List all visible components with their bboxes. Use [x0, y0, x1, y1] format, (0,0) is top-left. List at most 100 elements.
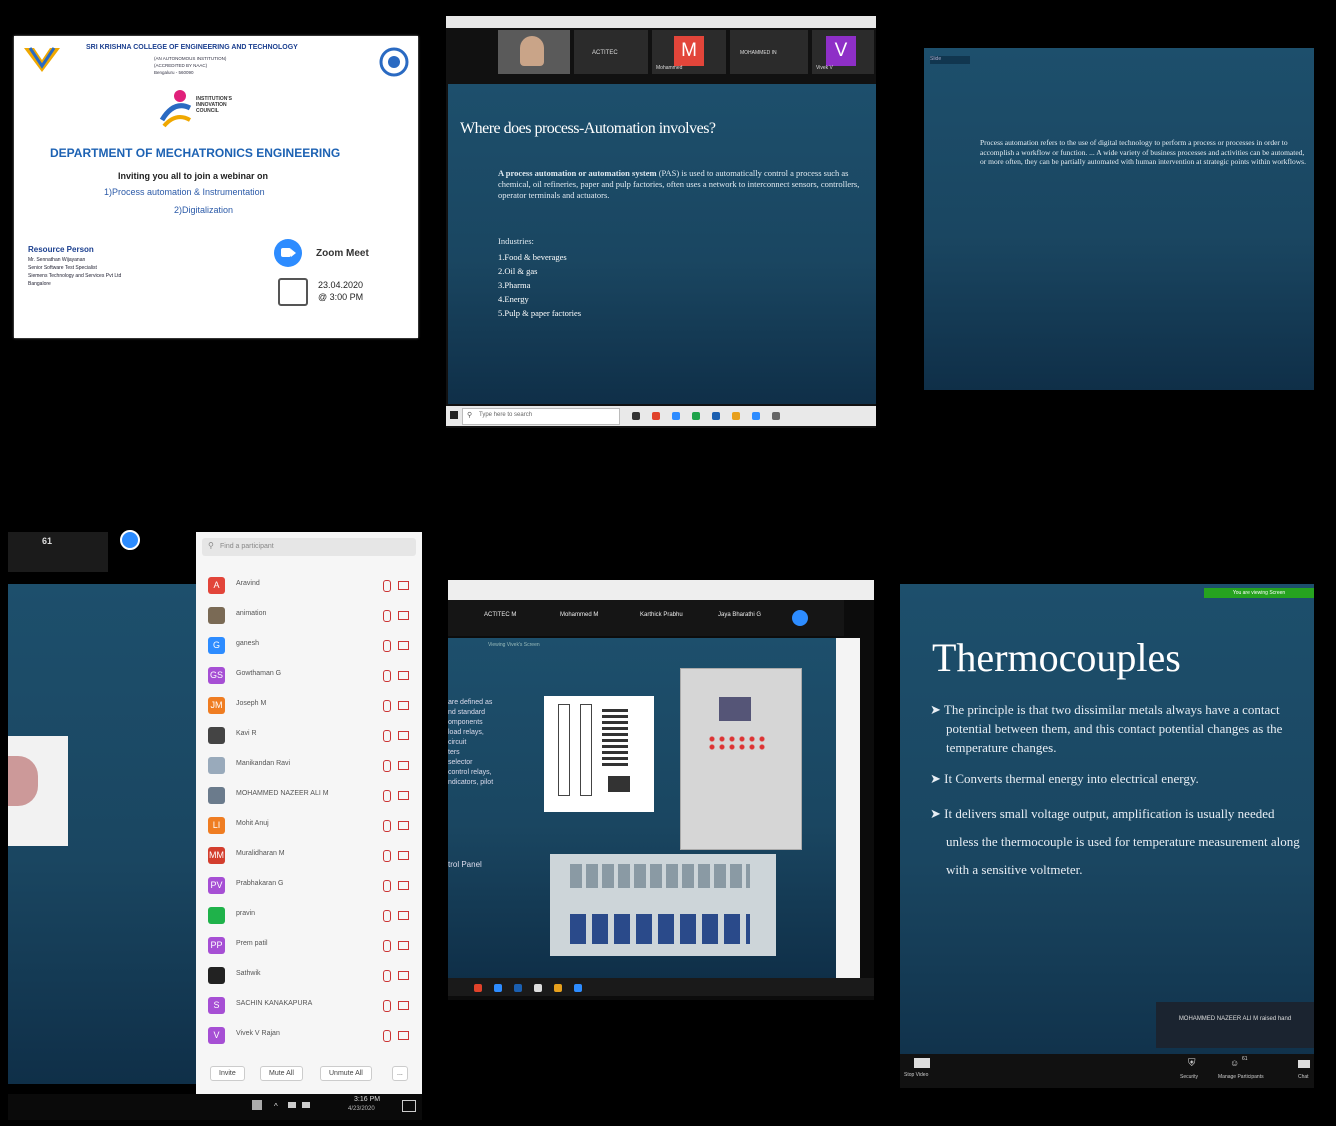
participant-row[interactable]: Manikandan Ravi [208, 754, 413, 776]
video-tab[interactable]: ACTITEC M [484, 612, 516, 618]
chat-icon[interactable] [1298, 1060, 1310, 1068]
shield-icon[interactable]: ⛨ [1188, 1058, 1196, 1069]
edge-icon[interactable] [672, 412, 680, 420]
mic-muted-icon[interactable] [383, 1030, 391, 1042]
video-tile-mohammed[interactable]: M Mohammed [652, 30, 726, 74]
video-off-icon[interactable] [398, 791, 409, 800]
files-icon[interactable] [554, 984, 562, 992]
video-off-icon[interactable] [398, 971, 409, 980]
zoom-taskbar-icon[interactable] [752, 412, 760, 420]
video-off-icon[interactable] [398, 941, 409, 950]
manage-participants-button[interactable]: Manage Participants [1218, 1074, 1264, 1080]
participant-row[interactable]: PV Prabhakaran G [208, 874, 413, 896]
participant-row[interactable]: JM Joseph M [208, 694, 413, 716]
video-tab[interactable]: Mohammed M [560, 612, 598, 618]
mic-muted-icon[interactable] [383, 700, 391, 712]
raise-hand-toast[interactable]: MOHAMMED NAZEER ALI M raised hand [1156, 1002, 1314, 1048]
battery-icon[interactable] [288, 1102, 296, 1108]
participant-row[interactable]: Gganesh [208, 634, 413, 656]
video-off-icon[interactable] [398, 611, 409, 620]
participant-search[interactable]: ⚲ Find a participant [202, 538, 416, 556]
mute-all-button[interactable]: Mute All [260, 1066, 303, 1081]
volume-icon[interactable] [302, 1102, 310, 1108]
slide-tab[interactable]: Slide [930, 56, 970, 64]
chrome-icon[interactable] [652, 412, 660, 420]
video-off-icon[interactable] [398, 851, 409, 860]
mic-muted-icon[interactable] [383, 910, 391, 922]
mic-muted-icon[interactable] [383, 850, 391, 862]
mic-muted-icon[interactable] [383, 580, 391, 592]
video-off-icon[interactable] [398, 1001, 409, 1010]
files-icon[interactable] [732, 412, 740, 420]
invite-button[interactable]: Invite [210, 1066, 245, 1081]
video-off-icon[interactable] [398, 1031, 409, 1040]
video-off-icon[interactable] [398, 731, 409, 740]
video-camera-icon[interactable] [914, 1058, 930, 1068]
video-tile-vivek[interactable]: V Vivek V [812, 30, 874, 74]
participant-row[interactable]: MOHAMMED NAZEER ALI M [208, 784, 413, 806]
video-tile-mohammed-in[interactable]: MOHAMMED IN [730, 30, 808, 74]
mic-muted-icon[interactable] [383, 940, 391, 952]
video-tab[interactable]: Jaya Bharathi G [718, 612, 761, 618]
video-tile-speaker[interactable] [498, 30, 570, 74]
video-off-icon[interactable] [398, 761, 409, 770]
video-off-icon[interactable] [398, 641, 409, 650]
participant-row[interactable]: A Aravind [208, 574, 413, 596]
store-icon[interactable] [712, 412, 720, 420]
video-tab[interactable]: Karthick Prabhu [640, 612, 683, 618]
participant-row[interactable]: Kavi R [208, 724, 413, 746]
mic-muted-icon[interactable] [383, 670, 391, 682]
notification-icon[interactable] [402, 1100, 416, 1112]
video-tile-actitec[interactable]: ACTITEC [574, 30, 648, 74]
video-off-icon[interactable] [398, 701, 409, 710]
mic-muted-icon[interactable] [383, 730, 391, 742]
participant-row[interactable]: animation [208, 604, 413, 626]
zoom-taskbar-icon[interactable] [574, 984, 582, 992]
chevron-up-icon[interactable]: ^ [274, 1102, 278, 1111]
viewing-banner[interactable]: You are viewing Screen [1204, 588, 1314, 598]
participant-row[interactable]: GS Gowthaman G [208, 664, 413, 686]
video-off-icon[interactable] [398, 671, 409, 680]
bullet-2: ➤ It Converts thermal energy into electr… [930, 769, 1310, 788]
mic-muted-icon[interactable] [383, 820, 391, 832]
video-off-icon[interactable] [398, 911, 409, 920]
chrome-icon[interactable] [474, 984, 482, 992]
clock-time[interactable]: 3:16 PM [354, 1096, 380, 1103]
unmute-all-button[interactable]: Unmute All [320, 1066, 372, 1081]
participant-row[interactable]: S SACHIN KANAKAPURA [208, 994, 413, 1016]
video-off-icon[interactable] [398, 881, 409, 890]
security-button[interactable]: Security [1180, 1074, 1198, 1080]
participants-icon[interactable]: ☺ [1230, 1058, 1239, 1068]
video-off-icon[interactable] [398, 581, 409, 590]
share-icon[interactable] [792, 610, 808, 626]
mail-icon[interactable] [534, 984, 542, 992]
mic-muted-icon[interactable] [383, 610, 391, 622]
task-view-icon[interactable] [632, 412, 640, 420]
mic-muted-icon[interactable] [383, 1000, 391, 1012]
participant-row[interactable]: PP Prem patil [208, 934, 413, 956]
participant-row[interactable]: pravin [208, 904, 413, 926]
participant-row[interactable]: MM Muralidharan M [208, 844, 413, 866]
video-off-icon[interactable] [398, 821, 409, 830]
app-icon[interactable] [772, 412, 780, 420]
mic-muted-icon[interactable] [383, 790, 391, 802]
mic-muted-icon[interactable] [383, 880, 391, 892]
clock-date[interactable]: 4/23/2020 [348, 1106, 375, 1112]
taskbar-search[interactable]: ⚲ Type here to search [462, 408, 620, 425]
participant-row[interactable]: LI Mohit Anuj [208, 814, 413, 836]
stop-video-button[interactable]: Stop Video [904, 1072, 928, 1078]
start-icon[interactable] [450, 411, 458, 419]
store-icon[interactable] [514, 984, 522, 992]
network-icon[interactable] [252, 1100, 262, 1110]
edge-icon[interactable] [494, 984, 502, 992]
zoom-share-icon[interactable] [120, 530, 140, 550]
participant-row[interactable]: Sathwik [208, 964, 413, 986]
text-line: ters [448, 749, 460, 756]
participant-row[interactable]: V Vivek V Rajan [208, 1024, 413, 1046]
mic-muted-icon[interactable] [383, 640, 391, 652]
mic-muted-icon[interactable] [383, 970, 391, 982]
chat-button[interactable]: Chat [1298, 1074, 1309, 1080]
mic-muted-icon[interactable] [383, 760, 391, 772]
excel-icon[interactable] [692, 412, 700, 420]
more-button[interactable]: ... [392, 1066, 408, 1081]
